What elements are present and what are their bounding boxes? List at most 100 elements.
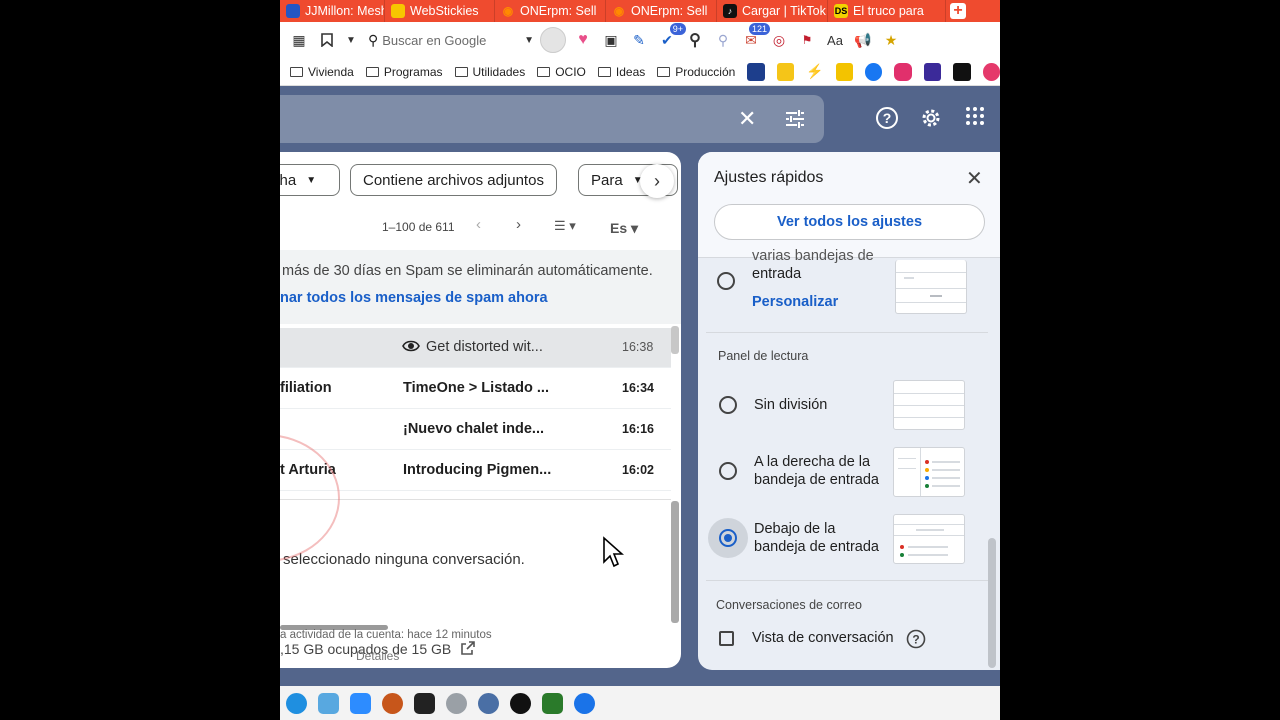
facebook-icon[interactable] [864,62,883,81]
reading-pane-below-radio[interactable] [719,529,737,547]
customize-link[interactable]: Personalizar [752,294,838,310]
browser-tab[interactable]: JJMillon: Mesh [280,0,385,22]
browser-tab[interactable]: DS El truco para [828,0,946,22]
tab-label: ONErpm: Sell [520,4,597,18]
view-selector[interactable]: Es ▾ [610,220,638,237]
gmx-bookmark-icon[interactable] [747,62,765,81]
density-icon[interactable]: ☰ ▾ [554,218,576,234]
pagination-text: 1–100 de 611 [382,220,455,234]
bookmark-folder[interactable]: Programas [365,65,443,79]
bookmark-label: Utilidades [472,64,526,79]
settings-gear-icon[interactable] [919,106,943,136]
chevron-right-icon[interactable]: › [516,216,521,233]
reading-pane-section-title: Panel de lectura [718,349,809,363]
star-extension-icon[interactable]: ★ [880,29,902,51]
profile-avatar[interactable] [540,27,566,53]
clear-search-icon[interactable]: ✕ [738,106,756,132]
chips-scroll-right-button[interactable]: › [640,164,674,198]
flag-icon [286,4,300,18]
taskbar-app-icon[interactable] [286,692,307,714]
quick-settings-header: Ajustes rápidos ✕ Ver todos los ajustes [698,152,1000,258]
close-icon[interactable]: ✕ [966,166,983,191]
folder-icon [537,66,551,77]
conversation-view-checkbox[interactable] [719,631,734,646]
bookmark-folder[interactable]: Vivienda [290,65,354,79]
reading-pane-right-label: A la derecha de la bandeja de entrada [754,454,879,488]
bookmark-folder[interactable]: Producción [657,65,735,79]
bookmark-icon[interactable] [316,29,338,51]
tiktok-icon[interactable] [953,62,971,81]
empty-spam-link[interactable]: nar todos los mensajes de spam ahora [280,290,548,306]
megaphone-icon[interactable]: 📢 [852,29,874,51]
help-icon[interactable]: ? [875,106,899,136]
link-bookmark-icon[interactable]: ⚡ [806,62,824,81]
tab-label: WebStickies [410,4,479,18]
search-options-icon[interactable] [784,108,806,135]
ds-icon: DS [834,4,848,18]
email-row[interactable]: ¡Nuevo chalet inde... 16:16 [280,410,671,450]
new-tab-button[interactable]: + [946,0,970,22]
bookmark-label: Producción [675,64,736,79]
chrome-icon[interactable] [574,692,595,714]
pinterest-icon[interactable]: ⚑ [796,29,818,51]
mail-extension-icon[interactable]: ✉ 121 [740,23,770,51]
browser-tab[interactable]: ♪ Cargar | TikTok [717,0,828,22]
see-all-settings-button[interactable]: Ver todos los ajustes [714,204,985,240]
bookmark-folder[interactable]: Ideas [597,65,645,79]
tab-label: Cargar | TikTok [742,4,826,18]
taskbar-app-icon[interactable] [510,692,531,714]
browser-tab[interactable]: ◉ ONErpm: Sell [495,0,606,22]
qr-code-icon[interactable]: ▦ [288,29,310,51]
mail-search-bar[interactable]: ✕ [280,95,824,143]
search-engine-box[interactable]: ⚲ Buscar en Google ▼ [364,28,534,52]
instagram-icon[interactable] [894,62,912,81]
help-icon[interactable]: ? [906,629,926,654]
folder-icon [454,66,468,77]
mail-list-scrollbar[interactable] [671,326,679,626]
taskbar-app-icon[interactable] [542,692,563,714]
filter-chip-attachments[interactable]: Contiene archivos adjuntos [350,164,557,196]
magnifier-icon[interactable]: ⚲ [684,29,706,51]
zoom-icon[interactable]: ⚲ [712,29,734,51]
browser-tab[interactable]: ◉ ONErpm: Sell [606,0,717,22]
gear-app-icon[interactable] [478,692,499,714]
flower-bookmark-icon[interactable] [982,62,1000,81]
bookmark-folder[interactable]: Utilidades [454,64,526,79]
email-subject: TimeOne > Listado ... [403,380,549,396]
yellow-bookmark-icon[interactable] [776,62,795,81]
email-row[interactable]: Get distorted wit... 16:38 [280,328,671,368]
clapperboard-icon[interactable] [414,692,435,714]
tab-label: El truco para [853,4,924,18]
reading-pane-right-radio[interactable] [719,462,737,480]
storage-details-link[interactable]: Detalles [356,649,399,663]
spam-notice-text: más de 30 días en Spam se eliminarán aut… [282,263,653,279]
taskbar-app-icon[interactable] [382,692,403,714]
bookmark-folder[interactable]: OCIO [537,65,586,79]
font-size-icon[interactable]: Aa [824,29,846,51]
quick-settings-scrollbar[interactable] [988,538,996,668]
image-icon[interactable]: ▣ [600,29,622,51]
zoom-app-icon[interactable] [350,692,371,714]
chevron-down-icon[interactable]: ▼ [344,29,358,51]
mail-list-panel: cha▼ Contiene archivos adjuntos Para▼ › … [280,152,681,668]
list-bookmark-icon[interactable] [835,62,853,81]
external-link-icon[interactable] [460,640,476,661]
taskbar-app-icon[interactable] [446,692,467,714]
video-bookmark-icon[interactable] [923,62,942,81]
chevron-left-icon[interactable]: ‹ [476,216,481,233]
pen-extension-icon[interactable]: ✎ [628,29,650,51]
extension-badge-icon[interactable]: ✔ 9+ [656,23,686,51]
email-row[interactable]: filiation TimeOne > Listado ... 16:34 [280,369,671,409]
browser-tab[interactable]: WebStickies [385,0,495,22]
lastpass-icon[interactable]: ◎ [768,29,790,51]
bookmark-label: OCIO [555,64,586,79]
apps-grid-icon[interactable] [965,106,985,132]
reading-pane-none-radio[interactable] [719,396,737,414]
filter-chip-date[interactable]: cha ▼ [280,164,340,196]
email-time: 16:34 [622,381,654,395]
folder-icon [657,66,671,77]
multiple-inboxes-thumbnail [895,260,967,314]
multiple-inboxes-radio[interactable] [717,272,735,290]
taskbar-app-icon[interactable] [318,692,339,714]
heart-extension-icon[interactable]: ♥ [572,29,594,51]
